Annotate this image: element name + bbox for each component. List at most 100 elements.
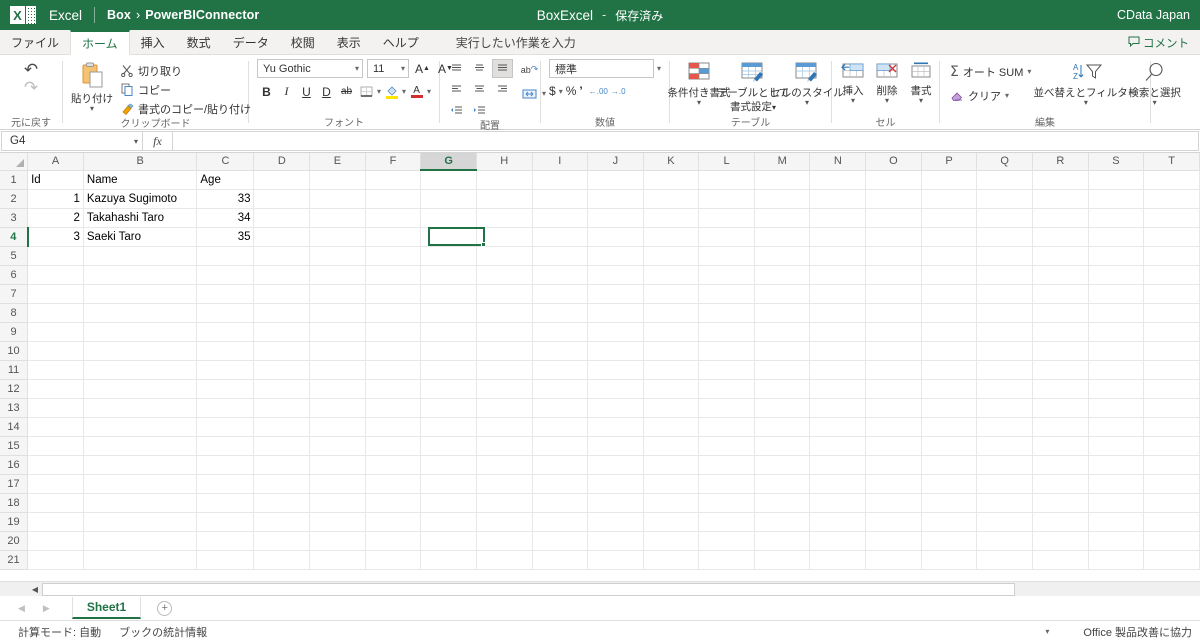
cell-Q5[interactable] (977, 246, 1033, 265)
breadcrumb-root[interactable]: Box (107, 8, 131, 22)
chevron-down-icon[interactable]: ▾ (402, 87, 406, 96)
cell-E7[interactable] (310, 284, 366, 303)
scroll-left-arrow[interactable]: ◀ (28, 583, 42, 596)
cell-L12[interactable] (699, 379, 755, 398)
cell-N13[interactable] (810, 398, 866, 417)
cell-K13[interactable] (643, 398, 699, 417)
cell-F11[interactable] (365, 360, 421, 379)
comments-button[interactable]: コメント (1123, 33, 1194, 53)
italic-button[interactable]: I (277, 82, 296, 101)
bold-button[interactable]: B (257, 82, 276, 101)
cell-L21[interactable] (699, 550, 755, 569)
cell-B19[interactable] (83, 512, 197, 531)
cell-F18[interactable] (365, 493, 421, 512)
breadcrumb[interactable]: Box›PowerBIConnector (107, 8, 259, 22)
cell-Q3[interactable] (977, 208, 1033, 227)
cell-E17[interactable] (310, 474, 366, 493)
cell-T4[interactable] (1144, 227, 1200, 246)
cell-P20[interactable] (921, 531, 977, 550)
column-header-n[interactable]: N (810, 153, 866, 170)
cell-C6[interactable] (197, 265, 254, 284)
cell-F13[interactable] (365, 398, 421, 417)
cell-E3[interactable] (310, 208, 366, 227)
increase-indent-button[interactable] (469, 101, 490, 120)
cell-S9[interactable] (1088, 322, 1144, 341)
cell-P1[interactable] (921, 170, 977, 189)
cell-C10[interactable] (197, 341, 254, 360)
chevron-down-icon[interactable]: ▾ (1005, 91, 1009, 100)
cell-G12[interactable] (421, 379, 477, 398)
cell-J2[interactable] (588, 189, 644, 208)
cell-O4[interactable] (866, 227, 922, 246)
cell-R21[interactable] (1033, 550, 1089, 569)
cell-L13[interactable] (699, 398, 755, 417)
cell-R4[interactable] (1033, 227, 1089, 246)
spreadsheet-grid[interactable]: ABCDEFGHIJKLMNOPQRST 1IdNameAge21Kazuya … (0, 153, 1200, 581)
row-header-8[interactable]: 8 (0, 303, 28, 322)
cell-G1[interactable] (421, 170, 477, 189)
chevron-down-icon[interactable]: ▾ (697, 100, 701, 106)
cell-C2[interactable]: 33 (197, 189, 254, 208)
cell-Q15[interactable] (977, 436, 1033, 455)
cell-C7[interactable] (197, 284, 254, 303)
increase-decimal-button[interactable]: ←.00 (589, 87, 608, 96)
cell-G13[interactable] (421, 398, 477, 417)
cell-B21[interactable] (83, 550, 197, 569)
cell-E6[interactable] (310, 265, 366, 284)
row-header-5[interactable]: 5 (0, 246, 28, 265)
cell-L20[interactable] (699, 531, 755, 550)
row-header-21[interactable]: 21 (0, 550, 28, 569)
cell-H5[interactable] (476, 246, 532, 265)
cell-F3[interactable] (365, 208, 421, 227)
cell-C11[interactable] (197, 360, 254, 379)
cell-K10[interactable] (643, 341, 699, 360)
cell-G17[interactable] (421, 474, 477, 493)
cell-O21[interactable] (866, 550, 922, 569)
copy-button[interactable]: コピー (119, 80, 253, 99)
cell-P12[interactable] (921, 379, 977, 398)
cell-D6[interactable] (254, 265, 310, 284)
cell-M17[interactable] (754, 474, 810, 493)
tab-view[interactable]: 表示 (326, 30, 372, 54)
cell-D20[interactable] (254, 531, 310, 550)
cell-C15[interactable] (197, 436, 254, 455)
cell-N1[interactable] (810, 170, 866, 189)
cell-P10[interactable] (921, 341, 977, 360)
cell-O11[interactable] (866, 360, 922, 379)
cell-T9[interactable] (1144, 322, 1200, 341)
cell-T8[interactable] (1144, 303, 1200, 322)
cell-T15[interactable] (1144, 436, 1200, 455)
cell-D12[interactable] (254, 379, 310, 398)
cell-B11[interactable] (83, 360, 197, 379)
cell-L9[interactable] (699, 322, 755, 341)
format-cells-button[interactable]: 書式 ▾ (904, 59, 938, 104)
cell-T10[interactable] (1144, 341, 1200, 360)
cell-S8[interactable] (1088, 303, 1144, 322)
cell-D21[interactable] (254, 550, 310, 569)
cell-L17[interactable] (699, 474, 755, 493)
cell-I3[interactable] (532, 208, 588, 227)
cell-S15[interactable] (1088, 436, 1144, 455)
cell-I15[interactable] (532, 436, 588, 455)
cell-N20[interactable] (810, 531, 866, 550)
cell-P17[interactable] (921, 474, 977, 493)
cell-R3[interactable] (1033, 208, 1089, 227)
column-header-g[interactable]: G (421, 153, 477, 170)
cell-N3[interactable] (810, 208, 866, 227)
cell-M20[interactable] (754, 531, 810, 550)
cell-C21[interactable] (197, 550, 254, 569)
cell-F2[interactable] (365, 189, 421, 208)
cell-H12[interactable] (476, 379, 532, 398)
insert-cells-button[interactable]: 挿入 ▾ (836, 59, 870, 104)
cell-B3[interactable]: Takahashi Taro (83, 208, 197, 227)
cell-S16[interactable] (1088, 455, 1144, 474)
cell-B7[interactable] (83, 284, 197, 303)
cell-I17[interactable] (532, 474, 588, 493)
cell-J5[interactable] (588, 246, 644, 265)
cell-H20[interactable] (476, 531, 532, 550)
cell-S1[interactable] (1088, 170, 1144, 189)
cell-G9[interactable] (421, 322, 477, 341)
cell-M6[interactable] (754, 265, 810, 284)
row-header-6[interactable]: 6 (0, 265, 28, 284)
chevron-down-icon[interactable]: ▾ (1084, 100, 1088, 106)
